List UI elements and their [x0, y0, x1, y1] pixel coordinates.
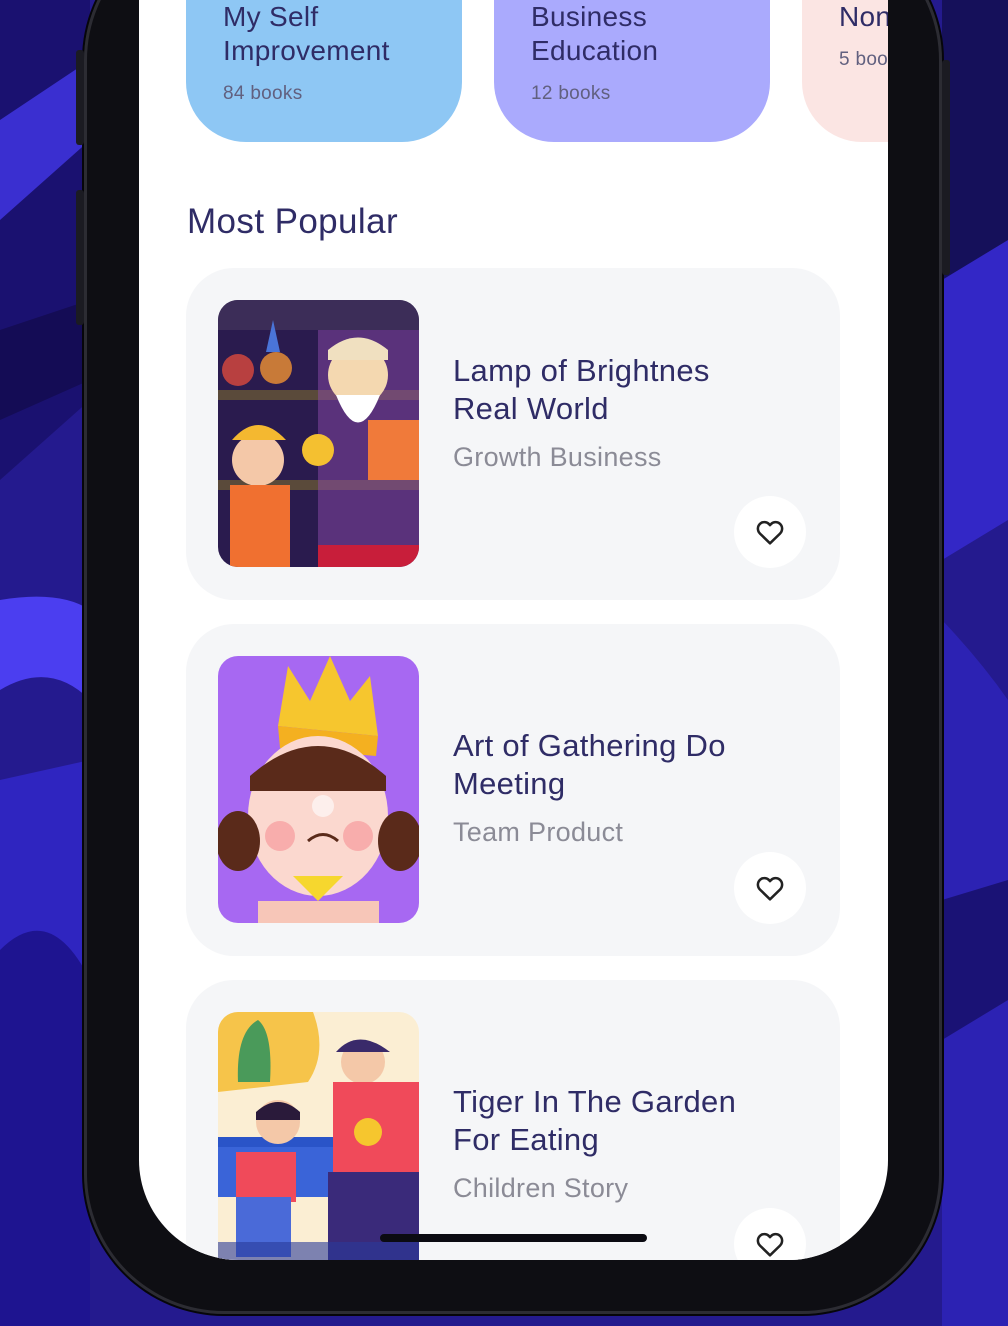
book-info: Lamp of Brightnes Real World Growth Busi… — [453, 352, 783, 473]
book-info: Tiger In The Garden For Eating Children … — [453, 1083, 783, 1204]
category-title: Non Story — [839, 1, 888, 32]
category-title: Business Education — [531, 1, 659, 66]
section-title: Most Popular — [187, 202, 399, 241]
heart-outline-icon — [756, 1232, 784, 1257]
book-category: Children Story — [453, 1173, 629, 1203]
category-title: My Self Improvement — [223, 1, 390, 66]
home-indicator[interactable] — [380, 1234, 647, 1242]
heart-outline-icon — [756, 520, 784, 545]
book-cover-image — [218, 656, 419, 923]
category-count: 12 books — [531, 83, 611, 104]
book-cover-image — [218, 1012, 419, 1260]
book-card[interactable]: Tiger In The Garden For Eating Children … — [186, 980, 840, 1260]
book-title: Lamp of Brightnes Real World — [453, 353, 710, 426]
book-card[interactable]: Art of Gathering Do Meeting Team Product — [186, 624, 840, 956]
book-title: Tiger In The Garden For Eating — [453, 1084, 737, 1157]
category-count: 84 books — [223, 83, 303, 104]
favorite-button[interactable] — [734, 496, 806, 568]
category-count: 5 books — [839, 49, 888, 70]
category-card[interactable]: Non Story 5 books — [802, 0, 888, 142]
phone-power-button — [942, 60, 950, 275]
book-info: Art of Gathering Do Meeting Team Product — [453, 727, 783, 848]
category-list: My Self Improvement 84 books Business Ed… — [186, 0, 888, 142]
phone-side-button — [76, 190, 84, 325]
category-card[interactable]: My Self Improvement 84 books — [186, 0, 462, 142]
favorite-button[interactable] — [734, 852, 806, 924]
book-cover-image — [218, 300, 419, 567]
category-card[interactable]: Business Education 12 books — [494, 0, 770, 142]
favorite-button[interactable] — [734, 1208, 806, 1260]
book-category: Growth Business — [453, 442, 662, 472]
heart-outline-icon — [756, 876, 784, 901]
phone-side-button — [76, 50, 84, 145]
app-screen: My Self Improvement 84 books Business Ed… — [139, 0, 888, 1260]
book-title: Art of Gathering Do Meeting — [453, 728, 726, 801]
book-category: Team Product — [453, 817, 624, 847]
book-card[interactable]: Lamp of Brightnes Real World Growth Busi… — [186, 268, 840, 600]
